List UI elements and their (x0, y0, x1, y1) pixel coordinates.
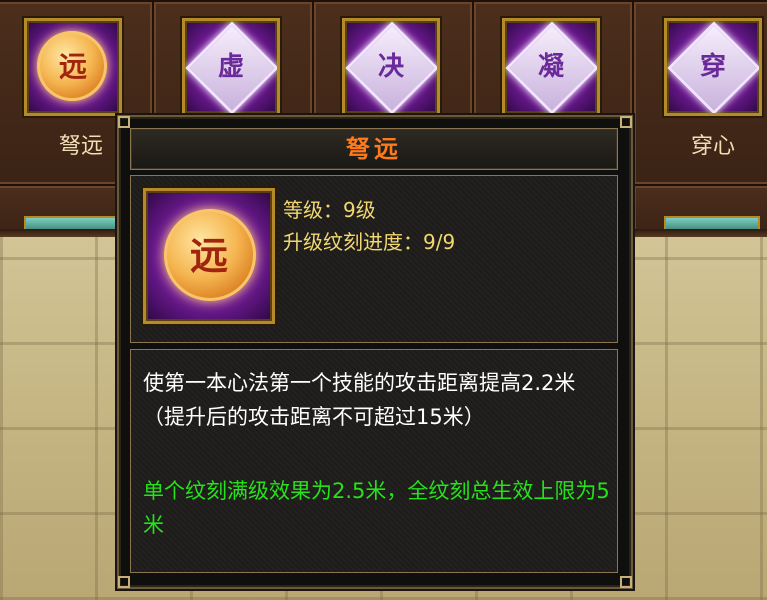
skill-label: 穿心 (690, 134, 735, 159)
tooltip-info-panel: 远 等级：9级 升级纹刻进度：9/9 (130, 175, 618, 343)
skill-icon-2: 虚 (182, 18, 280, 116)
tooltip-title: 弩远 (346, 135, 402, 163)
tooltip-corner (620, 576, 632, 588)
level-text: 等级：9级 (283, 198, 376, 222)
description-text: 使第一本心法第一个技能的攻击距离提高2.2米（提升后的攻击距离不可超过15米） (143, 371, 576, 429)
skill-glyph: 决 (377, 52, 404, 82)
skill-glyph: 凝 (537, 52, 564, 82)
tooltip-skill-icon: 远 (143, 188, 275, 324)
skill-icon-3: 决 (342, 18, 440, 116)
skill-slot-5[interactable]: 穿 穿心 (632, 0, 767, 186)
skill-tooltip: 弩远 远 等级：9级 升级纹刻进度：9/9 使第一本心法第一个技能的攻击距离提高… (118, 116, 632, 588)
tooltip-description-panel: 使第一本心法第一个技能的攻击距离提高2.2米（提升后的攻击距离不可超过15米） … (130, 349, 618, 573)
skill-glyph: 穿 (699, 52, 726, 82)
skill-icon-5: 穿 (664, 18, 762, 116)
progress-text: 升级纹刻进度：9/9 (283, 230, 456, 254)
skill-icon-4: 凝 (502, 18, 600, 116)
tooltip-icon-glyph: 远 (189, 233, 228, 278)
skill-glyph: 虚 (217, 52, 244, 82)
tooltip-corner (118, 576, 130, 588)
effect-note-text: 单个纹刻满级效果为2.5米，全纹刻总生效上限为5米 (143, 479, 610, 537)
tooltip-corner (620, 116, 632, 128)
skill-icon-1: 远 (24, 18, 122, 116)
skill-glyph: 远 (58, 50, 87, 83)
tooltip-corner (118, 116, 130, 128)
tooltip-header: 弩远 (130, 128, 618, 170)
